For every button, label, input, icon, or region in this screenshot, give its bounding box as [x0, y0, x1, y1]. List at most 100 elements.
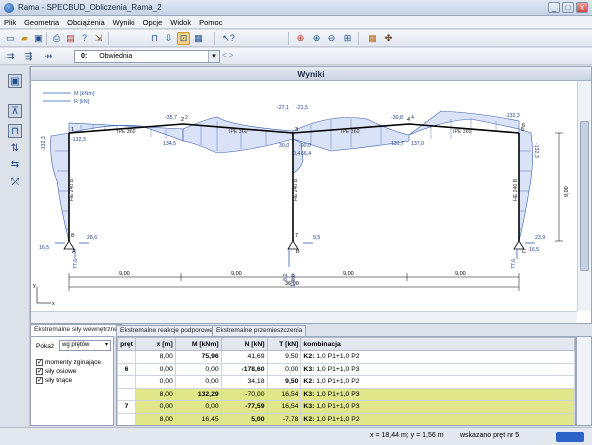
node-label: 6: [522, 123, 525, 129]
col-header[interactable]: x [m]: [134, 337, 176, 351]
tab-support-reactions[interactable]: Ekstremalne reakcje podporowe: [116, 325, 217, 336]
cursor-coordinates: x = 18,44 m; y = 1,56 m: [370, 432, 444, 439]
results-icon[interactable]: ⊡: [177, 32, 190, 45]
menu-wyniki[interactable]: Wyniki: [109, 16, 139, 29]
cell-axial: -178,60: [220, 362, 268, 376]
cell-shear: -7,78: [266, 412, 302, 425]
zoom-window-icon[interactable]: ⊕: [294, 32, 307, 45]
new-file-icon[interactable]: ▭: [4, 32, 17, 45]
cell-x: 8,00: [134, 387, 176, 401]
menu-opcje[interactable]: Opcje: [139, 16, 167, 29]
chevron-down-icon[interactable]: ▾: [208, 51, 219, 62]
snap-icon[interactable]: ✤: [382, 32, 395, 45]
cell-axial: -70,00: [220, 387, 268, 401]
table-row[interactable]: 7 0,00 0,00 -77,59 16,54 K3: 1,0 P1+1,0 P3: [117, 400, 575, 414]
dimension-lines: [68, 132, 563, 291]
load-combination-select[interactable]: 0: Obwiednia ▾: [74, 50, 220, 63]
moment-value: -35,7: [165, 115, 177, 121]
help-icon[interactable]: ?: [78, 32, 91, 45]
col-header[interactable]: M [kNm]: [174, 337, 222, 351]
col-header[interactable]: pręt: [117, 337, 136, 351]
supports: [63, 240, 525, 250]
zoom-all-icon[interactable]: ⊞: [341, 32, 354, 45]
reaction-value: 77,6: [511, 259, 517, 269]
cell-combination: K2: 1,0 P1+1,0 P2: [300, 412, 575, 425]
tab-displacements[interactable]: Ekstremalne przemieszczenia: [212, 325, 307, 336]
horizontal-scrollbar[interactable]: [31, 311, 577, 323]
grid-icon[interactable]: ▦: [366, 32, 379, 45]
col-header[interactable]: T [kN]: [266, 337, 302, 351]
moment-value: 0,4: [293, 151, 300, 157]
span-dim: 9,00: [119, 271, 130, 277]
menu-pomoc[interactable]: Pomoc: [195, 16, 226, 29]
zoom-in-icon[interactable]: ⊕: [310, 32, 323, 45]
scroll-thumb[interactable]: [580, 121, 589, 271]
combo-prefix: 0:: [81, 53, 88, 60]
menu-geometria[interactable]: Geometria: [20, 16, 63, 29]
table-row[interactable]: 8,00 75,96 41,69 9,50 K2: 1,0 P1+1,0 P2: [117, 350, 575, 364]
table-scrollbar[interactable]: [576, 336, 592, 426]
print-icon[interactable]: ⎙: [50, 32, 63, 45]
load-icon[interactable]: ⇩: [162, 32, 175, 45]
load-case-add-icon[interactable]: ⇉: [4, 50, 17, 63]
cell-axial: 5,00: [220, 412, 268, 425]
maximize-button[interactable]: □: [562, 2, 574, 13]
calculator-icon[interactable]: ▦: [192, 32, 205, 45]
cell-x: 0,00: [134, 400, 176, 414]
table-row[interactable]: 8,00 132,29 -70,00 16,54 K3: 1,0 P1+1,0 P3: [117, 387, 575, 401]
minimize-button[interactable]: _: [548, 2, 560, 13]
menu-obciazenia[interactable]: Obciążenia: [63, 16, 109, 29]
deformation-icon[interactable]: ⊓: [8, 124, 22, 138]
frame-drawing[interactable]: M [kNm] R [kN] IPE 360 IPE 360 IPE 360 I…: [31, 81, 577, 311]
table-row[interactable]: 0,000,00-59,0423,93K5: 1,0 P1+1,0 P3+0,9…: [118, 426, 575, 427]
save-icon[interactable]: ▣: [32, 32, 45, 45]
cell-moment: 16,45: [174, 412, 222, 425]
moment-value: -21,5: [296, 105, 308, 111]
vertical-scrollbar[interactable]: [577, 81, 591, 311]
chevron-down-icon: ▾: [104, 342, 108, 348]
span-dim: 9,00: [455, 271, 466, 277]
cell-x: 0,00: [134, 375, 176, 389]
cell-pret: 7: [117, 400, 136, 414]
node-label: 2: [181, 117, 184, 123]
menu-plik[interactable]: Plik: [0, 16, 20, 29]
open-folder-icon[interactable]: ▰: [18, 32, 31, 45]
shear-force-icon[interactable]: ⇆: [8, 158, 22, 172]
export-icon[interactable]: ⇲: [92, 32, 105, 45]
node-label: C: [522, 249, 526, 255]
col-header[interactable]: N [kN]: [220, 337, 268, 351]
moments-icon[interactable]: ⊼: [8, 104, 22, 118]
checkbox-axial[interactable]: ✓ siły osiowe: [36, 368, 76, 375]
axial-force-icon[interactable]: ⇅: [8, 142, 22, 156]
beam-label: IPE 360: [341, 129, 360, 135]
node-label: 7: [295, 233, 298, 239]
height-dim: 9,00: [564, 186, 570, 197]
context-help-icon[interactable]: ↖?: [222, 32, 235, 45]
node-label: 3: [295, 127, 298, 133]
menu-widok[interactable]: Widok: [166, 16, 195, 29]
cell-x: 8,00: [134, 350, 176, 364]
table-row[interactable]: 8,00 16,45 5,00 -7,78 K2: 1,0 P1+1,0 P2: [117, 412, 575, 425]
show-select[interactable]: wg prętów ▾: [59, 340, 111, 351]
filter-panel: Pokaż wg prętów ▾ ✓ momenty zginające ✓ sił…: [30, 336, 114, 426]
show-label: Pokaż: [36, 343, 55, 350]
table-row[interactable]: 0,00 0,00 34,18 9,50 K2: 1,0 P1+1,0 P2: [117, 375, 575, 389]
print-preview-icon[interactable]: ▤: [64, 32, 77, 45]
load-case-delete-icon[interactable]: ⇸: [42, 50, 55, 63]
close-button[interactable]: x: [576, 2, 588, 13]
reaction-arrows: [55, 242, 535, 267]
checkbox-shear[interactable]: ✓ siły tnące: [36, 377, 72, 384]
table-row[interactable]: 6 0,00 0,00 -178,60 0,00 K3: 1,0 P1+1,0 P3: [117, 362, 575, 376]
node-label: B: [296, 249, 300, 255]
checkbox-moments[interactable]: ✓ momenty zginające: [36, 359, 101, 366]
load-case-edit-icon[interactable]: ⇶: [22, 50, 35, 63]
tab-internal-forces[interactable]: Ekstremalne siły wewnętrzne: [30, 324, 122, 336]
nav-arrows[interactable]: < >: [222, 51, 234, 60]
frame-icon[interactable]: ⊓: [148, 32, 161, 45]
reaction-value: 9,5: [313, 235, 320, 241]
moment-value: -27,1: [277, 105, 289, 111]
col-header[interactable]: kombinacja: [300, 337, 575, 351]
reactions-icon[interactable]: ⤱: [8, 176, 22, 190]
display-icon[interactable]: ▣: [8, 74, 22, 88]
zoom-out-icon[interactable]: ⊖: [325, 32, 338, 45]
